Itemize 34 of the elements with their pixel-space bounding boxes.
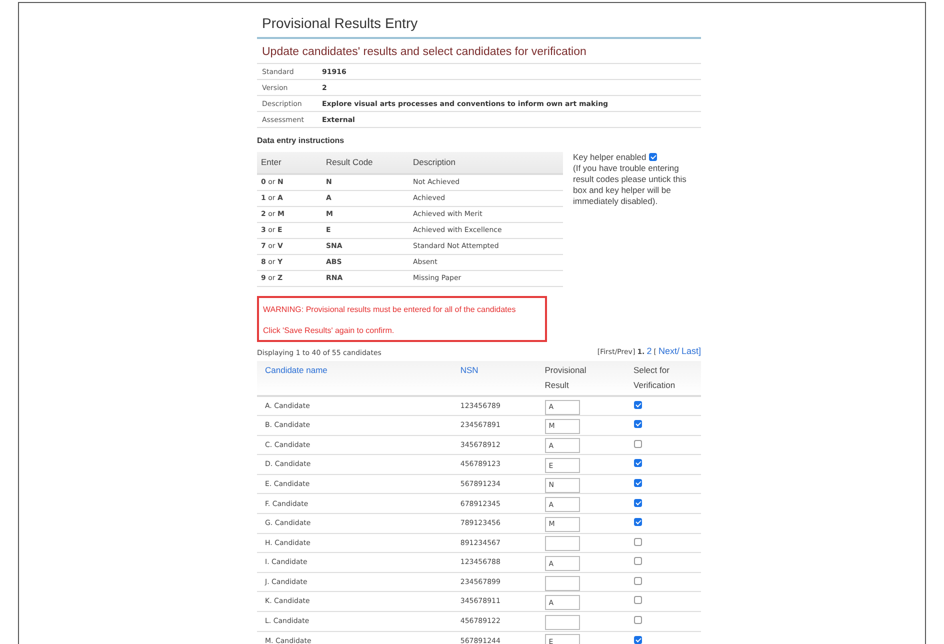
sort-link[interactable]: NSN — [460, 365, 478, 376]
warning-text: Click 'Save Results' again to confirm. — [263, 324, 396, 337]
column-header: Enter — [257, 152, 322, 174]
verification-checkbox[interactable] — [634, 576, 642, 585]
column-header: Provisional Result — [544, 364, 588, 392]
result-field[interactable] — [544, 614, 580, 630]
verification-checkbox[interactable] — [634, 440, 642, 448]
page-subtitle: Update candidates' results and select candidates for verification — [257, 39, 701, 64]
result-field[interactable] — [544, 536, 580, 552]
verification-checkbox[interactable] — [634, 478, 642, 487]
result-field[interactable] — [544, 576, 580, 591]
column-header: Result Code — [322, 152, 409, 174]
warning-text: WARNING: Provisional results must be entered for all of the candidates — [263, 304, 517, 316]
verification-checkbox[interactable] — [634, 538, 642, 546]
verification-checkbox[interactable] — [634, 616, 642, 624]
verification-checkbox[interactable] — [634, 400, 642, 409]
section-heading: Data entry instructions — [257, 135, 346, 148]
page-title: Provisional Results Entry — [257, 13, 701, 39]
page-link[interactable]: Next/ — [658, 344, 680, 358]
verification-checkbox[interactable] — [634, 459, 642, 468]
page-link[interactable]: Last] — [681, 344, 701, 358]
column-header: Select for Verification — [634, 364, 676, 392]
key-helper-label: Key helper enabled — [573, 152, 648, 162]
page-link[interactable]: 2 — [646, 344, 652, 358]
key-helper-note: (If you have trouble entering result codes please untick this box and key helper will be immediately disabled). — [573, 163, 688, 208]
sort-link[interactable]: Candidate name — [265, 365, 328, 376]
verification-checkbox[interactable] — [634, 420, 642, 428]
verification-checkbox[interactable] — [634, 498, 642, 507]
verification-checkbox[interactable] — [634, 636, 642, 644]
verification-checkbox[interactable] — [634, 596, 642, 604]
verification-checkbox[interactable] — [634, 518, 642, 526]
key-helper-checkbox[interactable] — [648, 153, 657, 162]
verification-checkbox[interactable] — [634, 557, 642, 566]
column-header: Description — [409, 152, 563, 174]
